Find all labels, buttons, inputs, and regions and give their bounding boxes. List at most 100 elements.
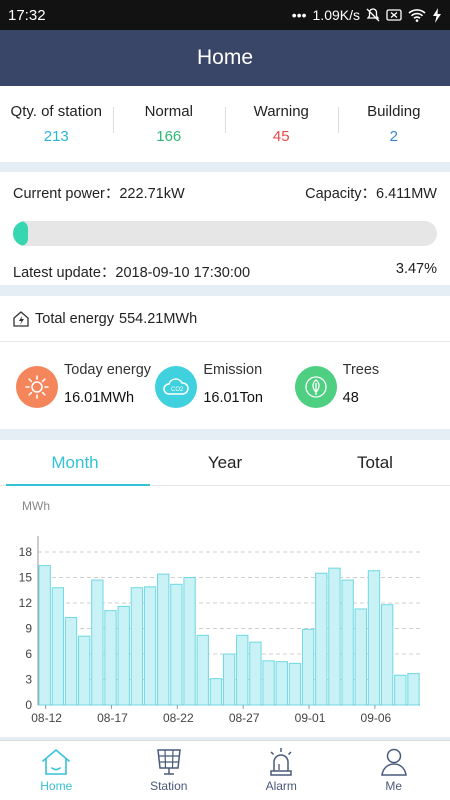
y-axis-unit-label: MWh <box>22 499 50 513</box>
status-icons: ••• 1.09K/s <box>292 7 442 23</box>
nav-station-label: Station <box>150 779 188 793</box>
nav-alarm-label: Alarm <box>265 779 297 793</box>
x-tick-label: 08-27 <box>229 711 260 725</box>
power-progress-bar <box>13 221 437 246</box>
stat-label: Normal <box>144 103 193 120</box>
stat-value: 45 <box>272 128 290 145</box>
stat-qty-station[interactable]: Qty. of station 213 <box>0 103 113 145</box>
wifi-icon <box>408 9 426 22</box>
nav-station[interactable]: Station <box>113 741 226 800</box>
trees-item: Trees 48 <box>294 362 434 408</box>
bar-08-17 <box>104 610 117 706</box>
bar-09-03 <box>328 567 341 706</box>
nav-me[interactable]: Me <box>338 741 450 800</box>
y-tick-label: 15 <box>19 571 33 585</box>
bar-09-01 <box>301 628 315 706</box>
tab-month[interactable]: Month <box>0 440 150 486</box>
today-energy-label: Today energy <box>64 362 152 378</box>
sun-icon <box>16 366 58 408</box>
bar-09-04 <box>341 579 354 706</box>
stat-value: 2 <box>389 128 398 145</box>
tab-total[interactable]: Total <box>300 440 450 485</box>
total-energy-value: 554.21MWh <box>119 310 198 327</box>
person-icon <box>380 748 407 776</box>
period-tabs: Month Year Total <box>0 440 450 486</box>
today-energy-value: 16.01MWh <box>64 390 135 406</box>
stat-normal[interactable]: Normal 166 <box>112 103 226 145</box>
bar-09-05 <box>354 608 367 706</box>
emission-value: 16.01Ton <box>203 390 263 406</box>
latest-update: Latest update：2018-09-10 17:30:00 <box>13 265 251 281</box>
network-speed: 1.09K/s <box>312 7 360 23</box>
y-tick-label: 12 <box>19 596 33 610</box>
charging-icon <box>433 7 441 23</box>
station-stats: Qty. of station 213 Normal 166 Warning 4… <box>0 86 450 162</box>
bar-08-13 <box>51 587 65 706</box>
bar-09-02 <box>315 572 328 706</box>
total-energy-label: Total energy <box>35 310 114 327</box>
bar-09-06 <box>367 570 381 706</box>
leaf-icon <box>294 366 337 408</box>
bar-08-12 <box>38 565 51 706</box>
y-tick-label: 18 <box>19 545 33 559</box>
trees-label: Trees <box>342 362 380 378</box>
stat-label: Warning <box>253 103 309 120</box>
svg-text:CO2: CO2 <box>171 387 184 393</box>
stat-warning[interactable]: Warning 45 <box>225 103 338 145</box>
bar-08-16 <box>91 579 104 706</box>
home-icon <box>42 748 71 775</box>
bar-08-23 <box>183 577 196 706</box>
bar-08-26 <box>222 653 236 706</box>
bar-08-25 <box>209 678 223 706</box>
bar-09-08 <box>394 674 407 706</box>
bar-09-07 <box>380 604 394 706</box>
bar-08-30 <box>275 661 288 706</box>
x-tick-label: 08-22 <box>163 711 194 725</box>
solar-panel-icon <box>156 749 181 775</box>
energy-chart-card: Month Year Total MWh 0 3 6 9 12 15 18 08-12 08-17… <box>0 440 450 737</box>
bar-08-20 <box>143 586 157 706</box>
bar-08-28 <box>249 641 262 706</box>
status-time: 17:32 <box>8 6 46 24</box>
x-tick-label: 09-06 <box>361 711 392 725</box>
status-dots: ••• <box>291 7 307 23</box>
bar-08-14 <box>64 616 78 706</box>
nav-alarm[interactable]: Alarm <box>225 741 338 800</box>
bar-08-15 <box>78 635 91 706</box>
x-tick-label: 08-17 <box>97 711 128 725</box>
bottom-nav: Home Station Alarm Me <box>0 740 450 800</box>
bar-09-09 <box>407 673 420 706</box>
current-power: Current power：222.71kW <box>13 186 185 202</box>
bar-08-22 <box>170 583 183 706</box>
power-card: Current power：222.71kW Capacity：6.411MW … <box>0 172 450 285</box>
stat-label: Building <box>367 103 421 120</box>
total-energy-row: Total energy 554.21MWh <box>0 296 450 342</box>
app-header: Home <box>0 30 450 86</box>
stat-building[interactable]: Building 2 <box>337 103 450 145</box>
stat-value: 166 <box>156 128 182 145</box>
energy-bar-chart: MWh 0 3 6 9 12 15 18 08-12 08-17 08-22 08-27 09-01 09… <box>19 499 420 725</box>
trees-value: 48 <box>342 390 359 406</box>
stat-value: 213 <box>43 128 69 145</box>
tab-year[interactable]: Year <box>150 440 300 485</box>
bar-08-19 <box>130 587 144 706</box>
capacity: Capacity：6.411MW <box>305 186 437 202</box>
bar-08-21 <box>157 573 170 706</box>
nav-home-label: Home <box>40 779 73 793</box>
stat-label: Qty. of station <box>10 103 102 120</box>
emission-label: Emission <box>203 362 263 378</box>
alarm-siren-icon <box>270 748 292 776</box>
energy-card: Total energy 554.21MWh Today energy 16.0… <box>0 296 450 429</box>
y-tick-label: 3 <box>25 673 32 687</box>
bar-08-31 <box>288 662 302 706</box>
mute-icon <box>366 8 380 22</box>
y-tick-label: 6 <box>25 647 32 661</box>
x-tick-label: 08-12 <box>31 711 62 725</box>
power-percent: 3.47% <box>395 261 437 277</box>
y-tick-label: 0 <box>25 698 32 712</box>
emission-item: CO2 Emission 16.01Ton <box>155 362 294 408</box>
nav-me-label: Me <box>385 779 403 793</box>
page-title: Home <box>196 46 254 69</box>
nav-home[interactable]: Home <box>0 741 113 800</box>
y-tick-label: 9 <box>25 622 32 636</box>
